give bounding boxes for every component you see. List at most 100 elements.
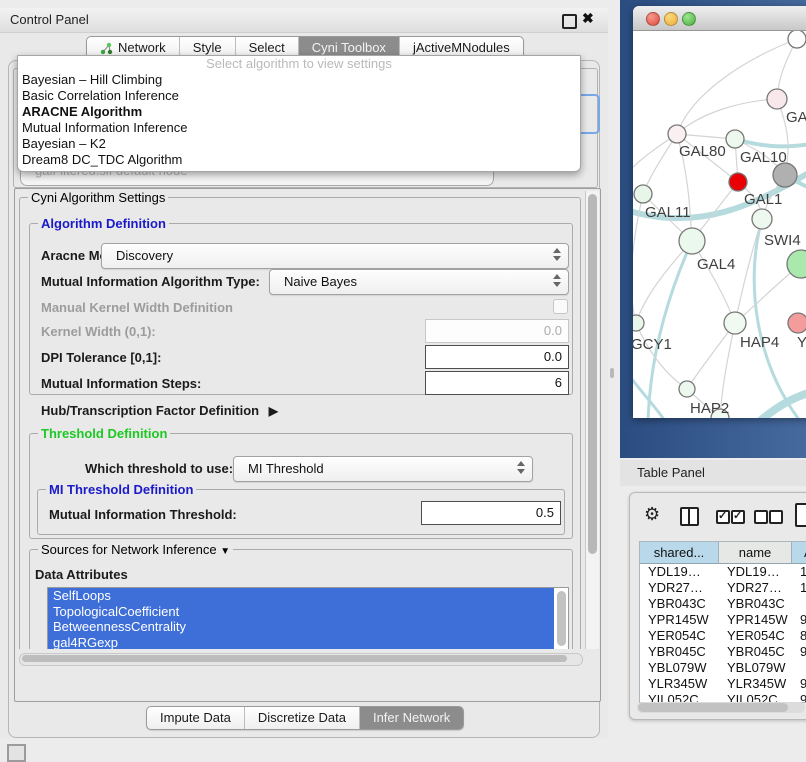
mi-threshold-field[interactable]: 0.5 xyxy=(421,501,561,525)
data-attribute-item[interactable]: gal4RGexp xyxy=(48,635,554,650)
table-column-header[interactable]: A xyxy=(792,542,806,564)
settings-vertical-scrollbar[interactable] xyxy=(585,191,599,649)
table-cell[interactable]: YLR345W xyxy=(719,676,791,692)
tab-infer-network[interactable]: Infer Network xyxy=(360,707,463,729)
hub-tf-definition-toggle[interactable]: Hub/Transcription Factor Definition ▶ xyxy=(41,403,278,419)
dpi-tolerance-field[interactable]: 0.0 xyxy=(425,345,569,369)
which-threshold-combobox[interactable]: MI Threshold xyxy=(233,456,533,482)
network-node[interactable] xyxy=(726,130,744,148)
close-icon[interactable]: ✖ xyxy=(582,10,594,27)
table-cell[interactable]: 12 xyxy=(792,580,806,596)
table-cell[interactable]: YER054C xyxy=(719,628,791,644)
table-horizontal-scrollbar-thumb[interactable] xyxy=(638,703,788,712)
settings-horizontal-scrollbar-thumb[interactable] xyxy=(22,655,567,662)
network-node[interactable] xyxy=(679,381,695,397)
network-node[interactable] xyxy=(724,312,746,334)
network-node[interactable] xyxy=(634,185,652,203)
algorithm-dropdown-item[interactable]: Bayesian – K2 xyxy=(18,136,580,152)
table-cell[interactable]: 9. xyxy=(792,612,806,628)
aracne-mode-combobox[interactable]: Discovery xyxy=(101,243,569,269)
dpi-tolerance-value: 0.0 xyxy=(544,349,562,364)
kernel-width-field[interactable]: 0.0 xyxy=(425,319,569,343)
column-layout-icon[interactable] xyxy=(680,507,699,526)
settings-horizontal-scrollbar[interactable] xyxy=(19,653,583,666)
manual-kernel-width-checkbox[interactable] xyxy=(553,299,568,314)
table-cell[interactable] xyxy=(792,660,806,676)
network-canvas[interactable]: GALGAL80GAL10GAL1GAL11SWI4GAL4GCY1HAP4YH… xyxy=(633,31,806,418)
table-cell[interactable]: 8. xyxy=(792,628,806,644)
table-cell[interactable]: YDL19… xyxy=(640,564,718,580)
table-cell[interactable]: YBL079W xyxy=(719,660,791,676)
network-node[interactable] xyxy=(773,163,797,187)
network-edge xyxy=(735,139,806,146)
minimize-traffic-light[interactable] xyxy=(664,12,678,26)
table-cell[interactable]: 9. xyxy=(792,644,806,660)
table-cell[interactable]: 13 xyxy=(792,564,806,580)
table-row[interactable]: YBR045CYBR045C9. xyxy=(640,644,806,660)
data-attribute-item[interactable]: SelfLoops xyxy=(48,588,554,604)
table-row[interactable]: YDR27…YDR27…12 xyxy=(640,580,806,596)
network-node[interactable] xyxy=(668,125,686,143)
table-cell[interactable]: YBR043C xyxy=(719,596,791,612)
table-row[interactable]: YLR345WYLR345W9. xyxy=(640,676,806,692)
new-table-icon[interactable] xyxy=(795,503,806,527)
float-window-icon[interactable] xyxy=(562,14,577,29)
algorithm-dropdown-item[interactable]: Bayesian – Hill Climbing xyxy=(18,72,580,88)
table-row[interactable]: YER054CYER054C8. xyxy=(640,628,806,644)
data-attribute-item[interactable]: TopologicalCoefficient xyxy=(48,604,554,620)
minimized-panel-icon[interactable] xyxy=(7,744,26,762)
table-cell[interactable] xyxy=(792,596,806,612)
table-column-header[interactable]: name xyxy=(719,542,792,564)
table-column-header[interactable]: shared... xyxy=(640,542,719,564)
table-cell[interactable]: YBR043C xyxy=(640,596,718,612)
tab-impute-data[interactable]: Impute Data xyxy=(147,707,245,729)
table-cell[interactable]: YBL079W xyxy=(640,660,718,676)
tab-discretize-data[interactable]: Discretize Data xyxy=(245,707,360,729)
table-cell[interactable]: YBR045C xyxy=(640,644,718,660)
network-node[interactable] xyxy=(752,209,772,229)
table-horizontal-scrollbar[interactable] xyxy=(637,702,805,713)
table-cell[interactable]: YLR345W xyxy=(640,676,718,692)
deselect-all-checkbox-icon[interactable] xyxy=(754,510,768,524)
table-cell[interactable]: YDR27… xyxy=(640,580,718,596)
mi-algorithm-type-combobox[interactable]: Naive Bayes xyxy=(269,269,569,295)
network-node[interactable] xyxy=(729,173,747,191)
table-cell[interactable]: YPR145W xyxy=(640,612,718,628)
table-row[interactable]: YDL19…YDL19…13 xyxy=(640,564,806,580)
mi-threshold-value: 0.5 xyxy=(536,505,554,520)
network-node[interactable] xyxy=(767,89,787,109)
settings-vertical-scrollbar-thumb[interactable] xyxy=(588,194,597,554)
table-row[interactable]: YBR043CYBR043C xyxy=(640,596,806,612)
select-all-checkbox-icon[interactable] xyxy=(716,510,730,524)
network-node[interactable] xyxy=(633,315,644,331)
algorithm-dropdown-item[interactable]: Mutual Information Inference xyxy=(18,120,580,136)
network-node[interactable] xyxy=(788,31,806,48)
network-window[interactable]: GALGAL80GAL10GAL1GAL11SWI4GAL4GCY1HAP4YH… xyxy=(633,6,806,418)
table-cell[interactable]: YBR045C xyxy=(719,644,791,660)
deselect-all-checkbox-icon[interactable] xyxy=(769,510,783,524)
table-row[interactable]: YPR145WYPR145W9. xyxy=(640,612,806,628)
algorithm-dropdown-item[interactable]: Dream8 DC_TDC Algorithm xyxy=(18,152,580,168)
spinner-arrows-icon xyxy=(517,461,525,474)
data-attribute-item[interactable]: BetweennessCentrality xyxy=(48,619,554,635)
sources-group-title[interactable]: Sources for Network Inference ▼ xyxy=(38,542,233,559)
table-row[interactable]: YBL079WYBL079W xyxy=(640,660,806,676)
network-edge xyxy=(633,134,677,181)
table-cell[interactable]: YPR145W xyxy=(719,612,791,628)
mi-steps-field[interactable]: 6 xyxy=(425,371,569,395)
panel-splitter-handle[interactable] xyxy=(610,368,614,378)
close-traffic-light[interactable] xyxy=(646,12,660,26)
gear-icon[interactable]: ⚙ xyxy=(644,505,660,523)
network-window-titlebar[interactable] xyxy=(633,6,806,31)
list-scrollbar-thumb[interactable] xyxy=(557,591,566,646)
algorithm-dropdown-item[interactable]: ARACNE Algorithm xyxy=(18,104,580,120)
network-node[interactable] xyxy=(679,228,705,254)
table-cell[interactable]: YDL19… xyxy=(719,564,791,580)
table-cell[interactable]: 9. xyxy=(792,676,806,692)
algorithm-dropdown-item[interactable]: Basic Correlation Inference xyxy=(18,88,580,104)
select-all-checkbox-icon[interactable] xyxy=(731,510,745,524)
table-cell[interactable]: YER054C xyxy=(640,628,718,644)
network-node[interactable] xyxy=(788,313,806,333)
zoom-traffic-light[interactable] xyxy=(682,12,696,26)
table-cell[interactable]: YDR27… xyxy=(719,580,791,596)
